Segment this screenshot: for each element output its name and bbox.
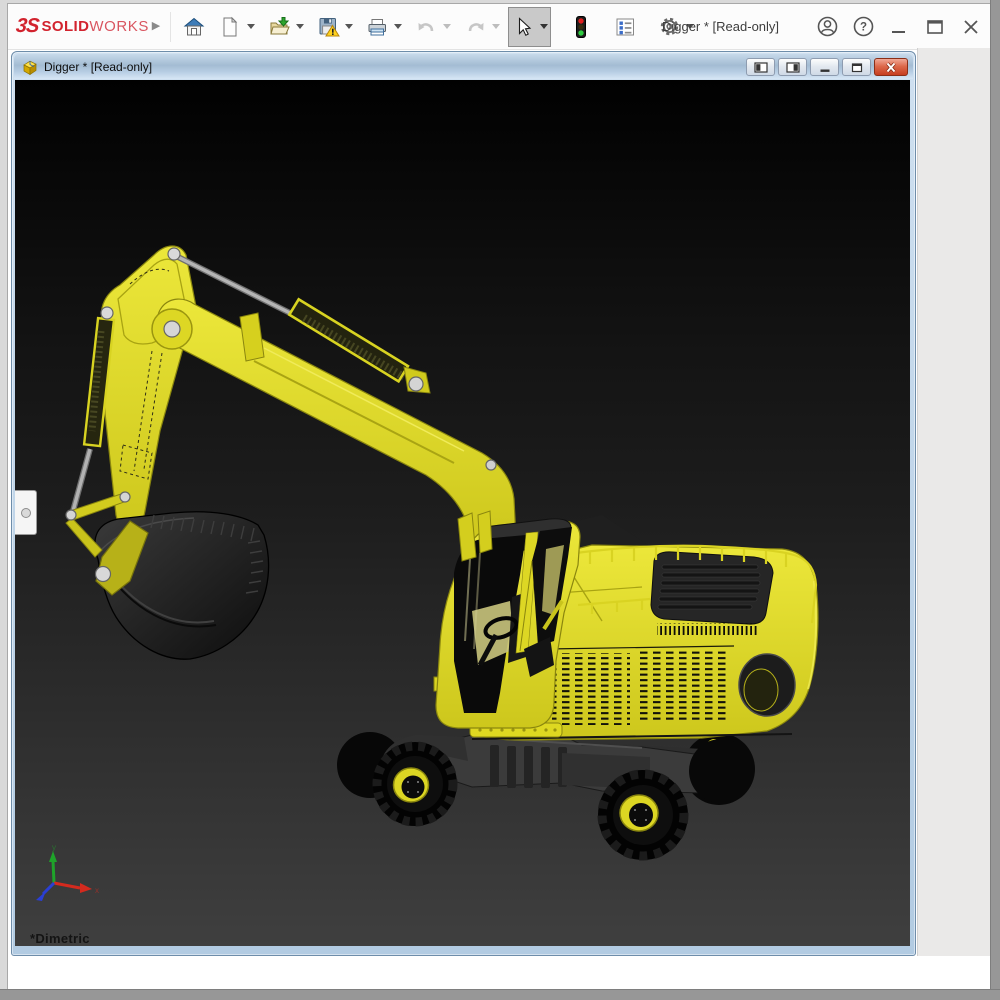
document-restore-icon [850, 62, 864, 73]
solidworks-logo-mark: 3S [15, 15, 40, 38]
solidworks-logo: 3S SOLIDWORKS [16, 4, 149, 49]
document-close-icon [884, 62, 898, 73]
svg-text:?: ? [859, 22, 866, 34]
reference-triad: y x [36, 843, 99, 901]
help-button[interactable]: ? [851, 10, 875, 44]
redo-dropdown[interactable] [489, 10, 502, 44]
document-window-controls [746, 58, 908, 76]
pane-left-icon [754, 62, 768, 73]
user-account-button[interactable] [815, 10, 839, 44]
rear-left-wheel [598, 770, 688, 860]
print-icon [366, 16, 389, 38]
traffic-light-button[interactable] [567, 10, 595, 44]
panel-expand-handle-icon [21, 508, 31, 518]
maximize-icon [925, 17, 945, 37]
minimize-icon [889, 17, 909, 37]
solidworks-logo-works: WORKS [89, 18, 149, 35]
open-dropdown[interactable] [293, 10, 306, 44]
home-button[interactable] [180, 10, 208, 44]
front-left-wheel [373, 742, 457, 826]
close-button[interactable] [959, 10, 983, 44]
save-dropdown[interactable] [342, 10, 355, 44]
document-title: Digger * [Read-only] [44, 60, 152, 74]
pane-right-toggle-button[interactable] [778, 58, 807, 76]
dipper-arm [102, 246, 199, 537]
select-tool-button[interactable] [509, 10, 537, 44]
view-orientation-label: *Dimetric [30, 931, 90, 946]
solidworks-window: 3S SOLIDWORKS ▶ [7, 3, 993, 992]
minimize-button[interactable] [887, 10, 911, 44]
redo-button[interactable] [461, 10, 489, 44]
toolbar-separator [170, 12, 171, 42]
document-restore-button[interactable] [842, 58, 871, 76]
triad-x-label: x [95, 886, 99, 895]
select-cursor-icon [512, 16, 534, 38]
graphics-viewport[interactable]: y x *Dimetric [15, 80, 910, 946]
triad-y-label: y [52, 843, 56, 852]
engine-vent-strip [657, 623, 757, 635]
undo-dropdown[interactable] [440, 10, 453, 44]
document-window: Digger * [Read-only] [11, 51, 916, 956]
main-titlebar: 3S SOLIDWORKS ▶ [8, 4, 992, 50]
pane-left-toggle-button[interactable] [746, 58, 775, 76]
open-button[interactable] [265, 10, 293, 44]
rear-right-tire [689, 739, 753, 803]
redo-icon [464, 16, 487, 38]
open-icon [268, 16, 291, 38]
new-document-button[interactable] [216, 10, 244, 44]
solidworks-logo-solid: SOLID [41, 18, 89, 35]
workspace-background [917, 48, 992, 956]
screenshot-frame: 3S SOLIDWORKS ▶ [0, 0, 1000, 1000]
select-tool-active [508, 7, 551, 47]
window-title: Digger * [Read-only] [608, 4, 833, 49]
help-icon: ? [852, 15, 875, 38]
maximize-button[interactable] [923, 10, 947, 44]
document-minimize-button[interactable] [810, 58, 839, 76]
save-icon [317, 15, 340, 38]
toolbar-expand-chevron-icon[interactable]: ▶ [148, 18, 164, 34]
screen-edge-bottom [0, 989, 1000, 1000]
pane-right-icon [786, 62, 800, 73]
print-button[interactable] [363, 10, 391, 44]
undo-icon [415, 16, 438, 38]
user-account-icon [816, 15, 839, 38]
print-dropdown[interactable] [391, 10, 404, 44]
screen-edge-right [990, 0, 1000, 1000]
featuremanager-collapsed-tab[interactable] [15, 490, 37, 535]
close-icon [961, 17, 981, 37]
document-titlebar[interactable]: Digger * [Read-only] [14, 54, 913, 79]
excavator-model: y x [15, 80, 910, 946]
home-icon [183, 16, 205, 38]
side-vents-left [552, 653, 630, 725]
save-button[interactable] [314, 10, 342, 44]
document-close-button[interactable] [874, 58, 908, 76]
side-vents-right [640, 651, 730, 721]
titlebar-right-controls: ? [815, 4, 983, 49]
select-tool-dropdown[interactable] [537, 10, 550, 44]
undo-button[interactable] [412, 10, 440, 44]
part-document-icon [22, 59, 38, 75]
new-document-icon [219, 16, 241, 38]
new-document-dropdown[interactable] [244, 10, 257, 44]
document-minimize-icon [818, 62, 832, 73]
traffic-light-icon [571, 15, 591, 39]
